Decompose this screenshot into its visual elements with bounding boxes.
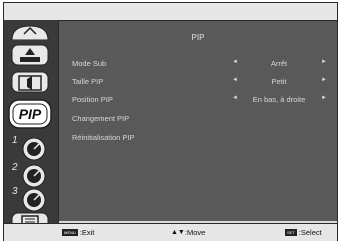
menu-row-label: Réinitialisation PIP bbox=[72, 133, 135, 142]
advanced-option-icon bbox=[11, 212, 49, 223]
menu-row-label: Changement PIP bbox=[72, 114, 130, 123]
menu-row-changement-pip[interactable]: Changement PIP bbox=[59, 112, 337, 126]
right-arrow-icon[interactable]: ► bbox=[321, 77, 327, 83]
exit-hint: MENU :Exit bbox=[62, 228, 94, 237]
sidebar-item-audio[interactable] bbox=[6, 69, 54, 95]
select-hint-label: :Select bbox=[298, 228, 322, 237]
audio-icon bbox=[11, 71, 49, 93]
left-arrow-icon[interactable]: ◄ bbox=[232, 59, 238, 65]
menu-row-value: Arrêt bbox=[270, 59, 288, 68]
menu-row-position-pip[interactable]: Position PIP ◄ En bas, à droite ► bbox=[59, 93, 337, 107]
footer-hint-bar: MENU :Exit ▲▼ :Move SET :Select bbox=[4, 223, 337, 241]
left-arrow-icon[interactable]: ◄ bbox=[232, 77, 238, 83]
up-down-arrows-icon: ▲▼ bbox=[171, 229, 185, 236]
screen-icon bbox=[11, 44, 49, 66]
move-hint: ▲▼ :Move bbox=[171, 228, 205, 237]
sidebar-item-config3[interactable]: 3 bbox=[6, 184, 54, 212]
sidebar-item-advanced[interactable] bbox=[6, 210, 54, 223]
config1-number: 1 bbox=[12, 135, 18, 146]
menu-row-label: Position PIP bbox=[72, 95, 113, 104]
menu-row-mode-sub[interactable]: Mode Sub ◄ Arrêt ► bbox=[59, 57, 337, 71]
menu-row-value: En bas, à droite bbox=[252, 95, 306, 104]
right-arrow-icon[interactable]: ► bbox=[321, 95, 327, 101]
set-key-icon: SET bbox=[285, 229, 297, 236]
osd-screen: PIP 1 2 3 PIP Mode Sub ◄ Arrêt ► Taille … bbox=[0, 0, 342, 246]
left-arrow-icon[interactable]: ◄ bbox=[232, 95, 238, 101]
menu-row-label: Mode Sub bbox=[72, 59, 107, 68]
select-hint: SET :Select bbox=[285, 228, 322, 237]
menu-title: PIP bbox=[191, 33, 205, 42]
menu-row-label: Taille PIP bbox=[72, 77, 104, 86]
pip-icon-label: PIP bbox=[18, 106, 42, 122]
move-hint-label: :Move bbox=[184, 228, 206, 237]
sidebar: PIP 1 2 3 bbox=[4, 20, 59, 223]
menu-key-icon: MENU bbox=[62, 229, 78, 236]
menu-row-reinitialisation-pip[interactable]: Réinitialisation PIP bbox=[59, 131, 337, 145]
config3-number: 3 bbox=[12, 186, 18, 197]
sidebar-item-picture[interactable] bbox=[6, 22, 54, 40]
menu-row-value: Petit bbox=[271, 77, 287, 86]
osd-menu-frame: PIP 1 2 3 PIP Mode Sub ◄ Arrêt ► Taille … bbox=[3, 2, 338, 241]
pip-settings-panel: PIP Mode Sub ◄ Arrêt ► Taille PIP ◄ Peti… bbox=[59, 21, 337, 221]
sidebar-item-pip[interactable]: PIP bbox=[6, 98, 54, 130]
exit-hint-label: :Exit bbox=[79, 228, 95, 237]
sidebar-item-screen[interactable] bbox=[6, 42, 54, 68]
title-bar bbox=[4, 3, 337, 21]
sidebar-item-config1[interactable]: 1 bbox=[6, 133, 54, 161]
right-arrow-icon[interactable]: ► bbox=[321, 59, 327, 65]
picture-icon bbox=[11, 25, 49, 40]
menu-row-taille-pip[interactable]: Taille PIP ◄ Petit ► bbox=[59, 75, 337, 89]
config2-number: 2 bbox=[12, 162, 18, 173]
